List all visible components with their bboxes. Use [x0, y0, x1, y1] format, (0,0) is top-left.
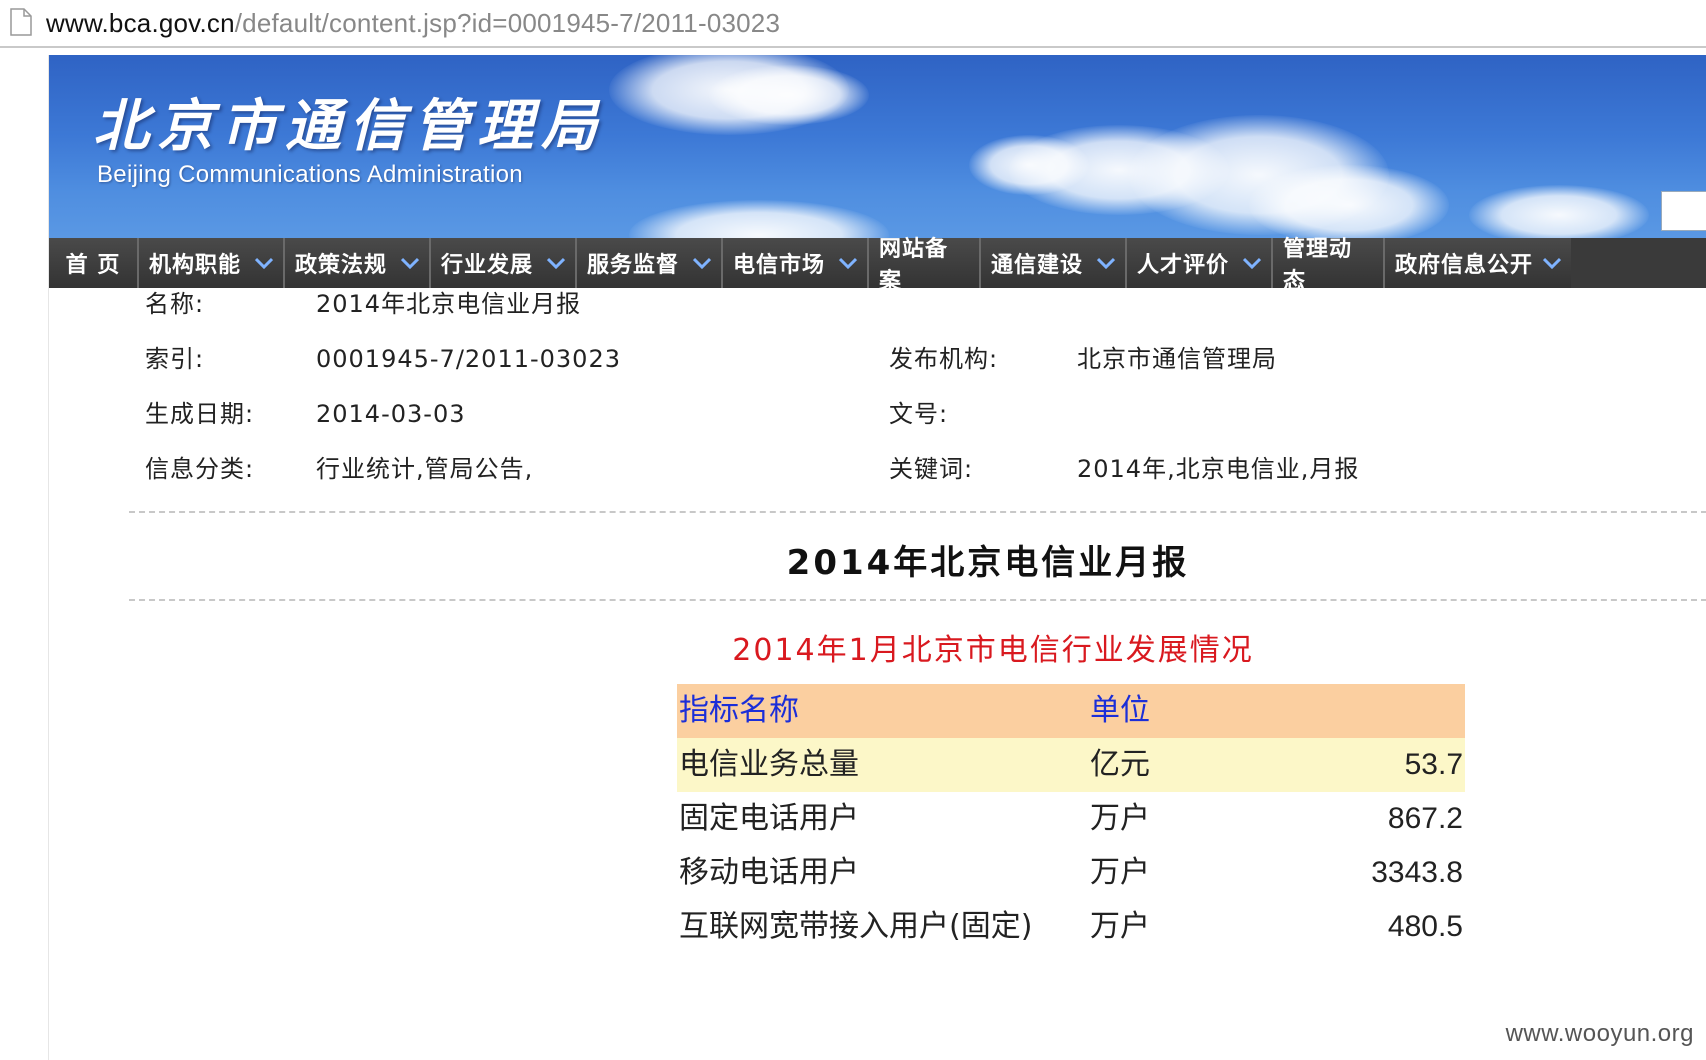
- value-cell: 3343.8: [1371, 856, 1463, 889]
- keywords-value: 2014年,北京电信业,月报: [1077, 455, 1360, 483]
- divider: [129, 599, 1706, 601]
- indicator-cell: 电信业务总量: [679, 747, 859, 782]
- page-content: 北京市通信管理局 Beijing Communications Administ…: [48, 55, 1706, 1060]
- divider: [129, 511, 1706, 513]
- index-value: 0001945-7/2011-03023: [316, 345, 621, 373]
- document-meta: 名称: 2014年北京电信业月报 索引: 0001945-7/2011-0302…: [49, 55, 1706, 555]
- unit-cell: 万户: [1090, 855, 1150, 890]
- section-subtitle: 2014年1月北京市电信行业发展情况: [732, 633, 1254, 668]
- table-row: 移动电话用户 万户 3343.8: [677, 846, 1465, 900]
- address-bar[interactable]: www.bca.gov.cn/default/content.jsp?id=00…: [0, 0, 1706, 48]
- unit-cell: 亿元: [1090, 747, 1150, 782]
- url-host: www.bca.gov.cn: [46, 8, 235, 38]
- watermark: www.wooyun.org: [1505, 1020, 1694, 1047]
- table-row: 互联网宽带接入用户(固定) 万户 480.5: [677, 900, 1465, 954]
- value-cell: 53.7: [1404, 748, 1463, 781]
- date-label: 生成日期:: [145, 400, 255, 428]
- category-value: 行业统计,管局公告,: [316, 455, 534, 483]
- date-value: 2014-03-03: [316, 400, 466, 428]
- table-row: 电信业务总量 亿元 53.7: [677, 738, 1465, 792]
- publisher-value: 北京市通信管理局: [1077, 345, 1277, 373]
- docno-label: 文号:: [889, 400, 949, 428]
- table-row: 固定电话用户 万户 867.2: [677, 792, 1465, 846]
- value-cell: 480.5: [1387, 910, 1463, 943]
- category-label: 信息分类:: [145, 455, 255, 483]
- name-value: 2014年北京电信业月报: [316, 290, 582, 318]
- indicator-cell: 移动电话用户: [679, 855, 859, 890]
- url-path: /default/content.jsp?id=0001945-7/2011-0…: [234, 8, 781, 38]
- indicator-cell: 互联网宽带接入用户(固定): [679, 909, 1033, 944]
- value-cell: 867.2: [1387, 802, 1463, 835]
- page-icon: [10, 8, 32, 36]
- unit-cell: 万户: [1090, 801, 1150, 836]
- column-header-indicator: 指标名称: [679, 693, 799, 728]
- stats-table: 指标名称 单位 电信业务总量 亿元 53.7 固定电话用户 万户 867.2 移…: [677, 684, 1465, 954]
- url-text[interactable]: www.bca.gov.cn/default/content.jsp?id=00…: [46, 6, 780, 40]
- unit-cell: 万户: [1090, 909, 1150, 944]
- publisher-label: 发布机构:: [889, 345, 999, 373]
- column-header-unit: 单位: [1090, 693, 1150, 728]
- keywords-label: 关键词:: [889, 455, 974, 483]
- index-label: 索引:: [145, 345, 205, 373]
- indicator-cell: 固定电话用户: [679, 801, 859, 836]
- document-title: 2014年北京电信业月报: [786, 543, 1190, 583]
- table-header-row: 指标名称 单位: [677, 684, 1465, 738]
- name-label: 名称:: [145, 290, 205, 318]
